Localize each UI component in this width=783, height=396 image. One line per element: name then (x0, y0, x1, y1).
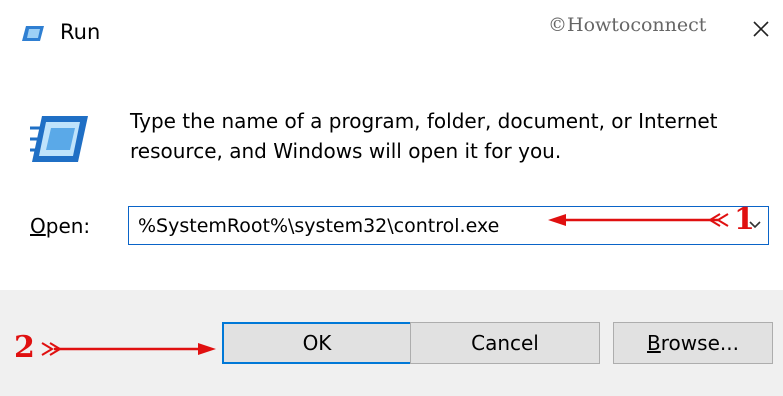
run-icon (22, 26, 44, 41)
browse-button-label: rowse... (660, 331, 739, 355)
dialog-description: Type the name of a program, folder, docu… (130, 109, 718, 163)
watermark: ©Howtoconnect (548, 14, 707, 36)
title-bar: Run ©Howtoconnect (0, 0, 783, 68)
browse-mnemonic: B (647, 331, 661, 355)
open-label-text: pen: (45, 214, 91, 238)
annotation-arrow-1 (548, 213, 729, 227)
dialog-content: Type the name of a program, folder, docu… (0, 68, 783, 290)
cancel-button-label: Cancel (471, 331, 539, 355)
browse-button[interactable]: Browse... (613, 322, 773, 364)
annotation-marker-1: 1 (734, 202, 755, 237)
annotation-marker-2: 2 (14, 330, 35, 365)
open-label-mnemonic: O (30, 214, 46, 238)
close-icon[interactable] (746, 14, 776, 44)
ok-button-label: OK (302, 331, 332, 355)
window-title: Run (60, 20, 101, 44)
open-label: Open: (30, 214, 90, 238)
run-icon (30, 116, 88, 162)
ok-button[interactable]: OK (222, 322, 412, 364)
cancel-button[interactable]: Cancel (410, 322, 600, 364)
annotation-arrow-2 (41, 342, 216, 356)
